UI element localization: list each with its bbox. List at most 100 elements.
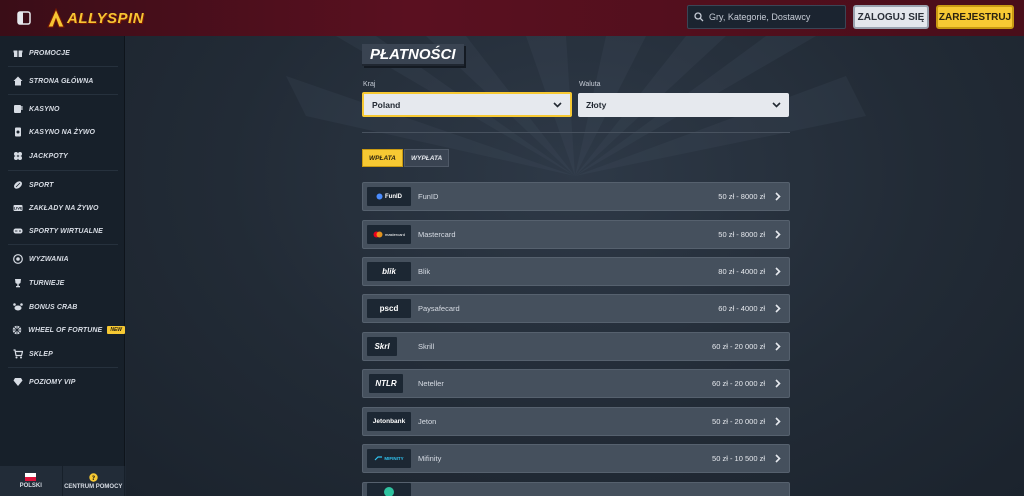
sidebar-divider bbox=[8, 244, 118, 245]
sidebar-item-label: WYZWANIA bbox=[29, 255, 69, 263]
gamepad-icon bbox=[12, 226, 23, 237]
method-name: Jeton bbox=[418, 417, 437, 426]
payment-method-row[interactable]: NTLR Neteller 60 zł - 20 000 zł bbox=[362, 369, 790, 398]
mastercard-logo: mastercard bbox=[367, 225, 411, 244]
sidebar: PROMOCJE STRONA GŁÓWNA KASYNO KASYNO NA … bbox=[0, 36, 125, 496]
method-name: Skrill bbox=[418, 342, 435, 351]
method-range: 50 zł - 8000 zł bbox=[718, 192, 765, 201]
sidebar-item-challenges[interactable]: WYZWANIA bbox=[0, 249, 125, 269]
neteller-logo: NTLR bbox=[369, 374, 403, 393]
sidebar-item-label: SPORT bbox=[29, 181, 54, 189]
cart-icon bbox=[12, 349, 23, 360]
sidebar-item-label: BONUS CRAB bbox=[29, 303, 78, 311]
search-box[interactable] bbox=[687, 5, 846, 29]
diamond-icon bbox=[12, 377, 23, 388]
sidebar-item-wheel-of-fortune[interactable]: WHEEL OF FORTUNE NEW bbox=[0, 320, 125, 340]
sidebar-item-label: PROMOCJE bbox=[29, 49, 70, 57]
payment-method-row[interactable]: blik Blik 80 zł - 4000 zł bbox=[362, 257, 790, 286]
search-input[interactable] bbox=[709, 12, 839, 22]
method-name: Mifinity bbox=[418, 454, 442, 463]
payment-method-row-partial[interactable] bbox=[362, 482, 790, 496]
chevron-right-icon bbox=[775, 304, 783, 314]
method-range: 50 zł - 20 000 zł bbox=[712, 417, 765, 426]
trophy-icon bbox=[12, 278, 23, 289]
partial-logo bbox=[367, 482, 411, 496]
sidebar-item-virtual-sports[interactable]: SPORTY WIRTUALNE bbox=[0, 221, 125, 241]
register-button[interactable]: ZAREJESTRUJ bbox=[936, 5, 1014, 29]
logo-text: FunID bbox=[385, 193, 402, 200]
target-icon bbox=[12, 254, 23, 265]
chevron-right-icon bbox=[775, 230, 783, 240]
sidebar-footer: POLSKI ? CENTRUM POMOCY bbox=[0, 466, 125, 496]
currency-select[interactable]: Złoty bbox=[578, 93, 789, 117]
skrill-logo: Skrl bbox=[367, 337, 397, 356]
home-icon bbox=[12, 76, 23, 87]
sidebar-item-vip-levels[interactable]: POZIOMY VIP bbox=[0, 372, 125, 392]
method-name: Paysafecard bbox=[418, 304, 460, 313]
country-select[interactable]: Poland bbox=[362, 92, 572, 117]
sidebar-item-label: WHEEL OF FORTUNE bbox=[28, 326, 103, 334]
country-value: Poland bbox=[372, 99, 401, 110]
payment-method-row[interactable]: FunID FunID 50 zł - 8000 zł bbox=[362, 182, 790, 211]
language-label: POLSKI bbox=[19, 483, 42, 489]
language-selector[interactable]: POLSKI bbox=[0, 466, 63, 496]
help-icon: ? bbox=[89, 472, 98, 482]
method-name: Mastercard bbox=[418, 230, 456, 239]
method-name: Neteller bbox=[418, 379, 444, 388]
logo-text: mastercard bbox=[384, 232, 405, 237]
chevron-right-icon bbox=[775, 379, 783, 389]
sidebar-item-sport[interactable]: SPORT bbox=[0, 175, 125, 195]
mastercard-icon bbox=[373, 231, 383, 238]
method-name: Blik bbox=[418, 267, 431, 276]
clover-icon bbox=[12, 151, 23, 162]
payment-method-row[interactable]: Skrl Skrill 60 zł - 20 000 zł bbox=[362, 332, 790, 361]
help-label: CENTRUM POMOCY bbox=[64, 483, 123, 490]
chevron-down-icon bbox=[553, 101, 562, 108]
tab-withdrawal[interactable]: WYPŁATA bbox=[404, 149, 450, 167]
method-range: 50 zł - 10 500 zł bbox=[712, 454, 765, 463]
svg-text:?: ? bbox=[92, 475, 96, 482]
slot-icon bbox=[12, 104, 23, 115]
payment-method-row[interactable]: mastercard Mastercard 50 zł - 8000 zł bbox=[362, 220, 790, 249]
tab-deposit[interactable]: WPŁATA bbox=[362, 149, 403, 167]
funid-icon bbox=[376, 193, 383, 200]
sidebar-item-shop[interactable]: SKLEP bbox=[0, 344, 125, 364]
main-content: PŁATNOŚCI Kraj Poland Waluta Złoty WPŁAT… bbox=[126, 36, 1024, 496]
sidebar-item-promocje[interactable]: PROMOCJE bbox=[0, 43, 125, 63]
sidebar-item-label: STRONA GŁÓWNA bbox=[29, 77, 94, 85]
sidebar-item-casino[interactable]: KASYNO bbox=[0, 99, 125, 119]
payment-method-row[interactable]: Jetonbank Jeton 50 zł - 20 000 zł bbox=[362, 407, 790, 436]
sidebar-item-label: ZAKŁADY NA ŻYWO bbox=[29, 204, 99, 212]
ball-icon bbox=[12, 180, 23, 191]
country-label: Kraj bbox=[363, 81, 376, 88]
crab-icon bbox=[12, 302, 23, 313]
payment-method-row[interactable]: pscd Paysafecard 60 zł - 4000 zł bbox=[362, 294, 790, 323]
method-range: 60 zł - 20 000 zł bbox=[712, 379, 765, 388]
page-title: PŁATNOŚCI bbox=[362, 44, 464, 66]
sidebar-item-live-bets[interactable]: LIVE ZAKŁADY NA ŻYWO bbox=[0, 198, 125, 218]
sidebar-item-bonus-crab[interactable]: BONUS CRAB bbox=[0, 297, 125, 317]
chevron-right-icon bbox=[775, 417, 783, 427]
new-badge: NEW bbox=[107, 326, 125, 334]
login-button[interactable]: ZALOGUJ SIĘ bbox=[853, 5, 929, 29]
sidebar-item-jackpots[interactable]: JACKPOTY bbox=[0, 146, 125, 166]
sidebar-item-label: KASYNO NA ŻYWO bbox=[29, 128, 96, 136]
currency-label: Waluta bbox=[579, 81, 601, 88]
help-center-button[interactable]: ? CENTRUM POMOCY bbox=[62, 466, 125, 496]
wheel-icon bbox=[12, 325, 22, 336]
search-icon bbox=[694, 12, 704, 22]
sidebar-item-live-casino[interactable]: KASYNO NA ŻYWO bbox=[0, 122, 125, 142]
method-name: FunID bbox=[418, 192, 439, 201]
logo-mark-icon bbox=[47, 8, 65, 28]
payment-method-row[interactable]: MIFINITY Mifinity 50 zł - 10 500 zł bbox=[362, 444, 790, 473]
cards-icon bbox=[12, 127, 23, 138]
sidebar-item-label: KASYNO bbox=[29, 105, 60, 113]
poland-flag-icon bbox=[25, 473, 37, 481]
logo-text: NTLR bbox=[375, 379, 397, 388]
site-logo[interactable]: ALLYSPIN bbox=[47, 6, 144, 30]
sidebar-item-tournaments[interactable]: TURNIEJE bbox=[0, 273, 125, 293]
logo-text: Jetonbank bbox=[372, 418, 406, 425]
sidebar-item-home[interactable]: STRONA GŁÓWNA bbox=[0, 71, 125, 91]
gift-icon bbox=[12, 48, 23, 59]
menu-toggle-icon[interactable] bbox=[13, 7, 35, 29]
